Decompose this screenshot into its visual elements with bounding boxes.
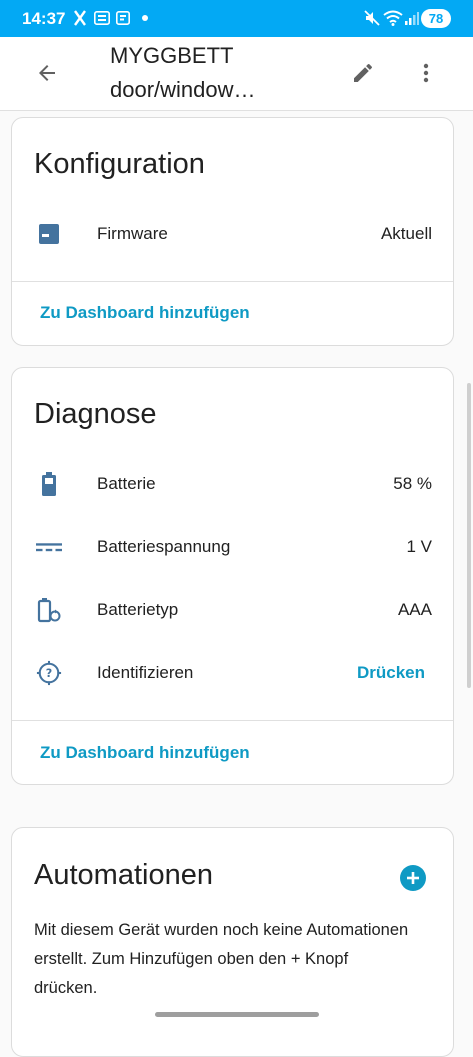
overflow-menu-button[interactable]	[408, 55, 444, 91]
mute-icon	[363, 9, 381, 27]
battery-icon	[36, 471, 62, 497]
battery-value: 58 %	[393, 474, 432, 493]
app-bar: MYGGBETT door/window…	[0, 37, 473, 111]
battery-type-row[interactable]: Batterietyp AAA	[12, 589, 453, 629]
more-notifications-dot	[142, 9, 148, 27]
battery-voltage-label: Batteriespannung	[97, 537, 231, 556]
automations-title: Automationen	[34, 859, 213, 891]
card-divider	[12, 720, 453, 721]
firmware-label: Firmware	[97, 224, 168, 243]
scrollbar[interactable]	[467, 383, 471, 688]
pencil-icon	[354, 63, 372, 82]
configuration-card: Konfiguration Firmware Aktuell Zu Dashbo…	[11, 117, 454, 346]
edit-button[interactable]	[345, 55, 381, 91]
battery-row[interactable]: Batterie 58 %	[12, 463, 453, 503]
status-time: 14:37	[22, 9, 66, 28]
svg-text:?: ?	[46, 667, 52, 680]
identify-label: Identifizieren	[97, 663, 194, 682]
wifi-icon	[383, 9, 403, 27]
firmware-value: Aktuell	[380, 224, 432, 243]
identify-press-button[interactable]: Drücken	[357, 663, 425, 683]
page-title: MYGGBETT door/window…	[110, 39, 310, 107]
dc-voltage-icon	[36, 534, 62, 560]
signal-icon	[405, 9, 419, 27]
card-divider	[12, 281, 453, 282]
battery-label: Batterie	[97, 474, 156, 493]
title-line-2: door/window…	[110, 77, 256, 102]
arrow-left-icon	[39, 65, 55, 81]
battery-voltage-row[interactable]: Batteriespannung 1 V	[12, 526, 453, 566]
add-automation-button[interactable]	[400, 865, 426, 891]
identify-row: ? Identifizieren Drücken	[12, 652, 453, 692]
status-bar: 14:37 78	[0, 0, 473, 37]
message-notification-icon	[116, 9, 130, 27]
battery-voltage-value: 1 V	[406, 537, 432, 556]
automations-card: Automationen Mit diesem Gerät wurden noc…	[11, 827, 454, 1057]
firmware-icon	[36, 221, 62, 247]
diagnostics-title: Diagnose	[34, 398, 157, 430]
title-line-1: MYGGBETT	[110, 43, 234, 68]
battery-type-value: AAA	[397, 600, 432, 619]
firmware-row[interactable]: Firmware Aktuell	[12, 213, 453, 253]
diagnostics-card: Diagnose Batterie 58 % Batteriespannung …	[11, 367, 454, 785]
back-button[interactable]	[29, 55, 65, 91]
add-to-dashboard-button[interactable]: Zu Dashboard hinzufügen	[40, 303, 250, 323]
identify-icon: ?	[36, 660, 62, 686]
automations-description: Mit diesem Gerät wurden noch keine Autom…	[34, 921, 409, 997]
sim-notification-icon	[94, 9, 110, 27]
battery-indicator: 78	[421, 9, 451, 28]
battery-sync-icon	[36, 597, 62, 623]
plus-circle-icon	[400, 865, 426, 891]
configuration-title: Konfiguration	[34, 148, 205, 180]
add-to-dashboard-button[interactable]: Zu Dashboard hinzufügen	[40, 743, 250, 763]
gesture-navigation-bar[interactable]	[155, 1012, 319, 1017]
battery-type-label: Batterietyp	[97, 600, 179, 619]
dots-vertical-icon	[423, 63, 429, 83]
app-notification-icon	[73, 9, 87, 27]
